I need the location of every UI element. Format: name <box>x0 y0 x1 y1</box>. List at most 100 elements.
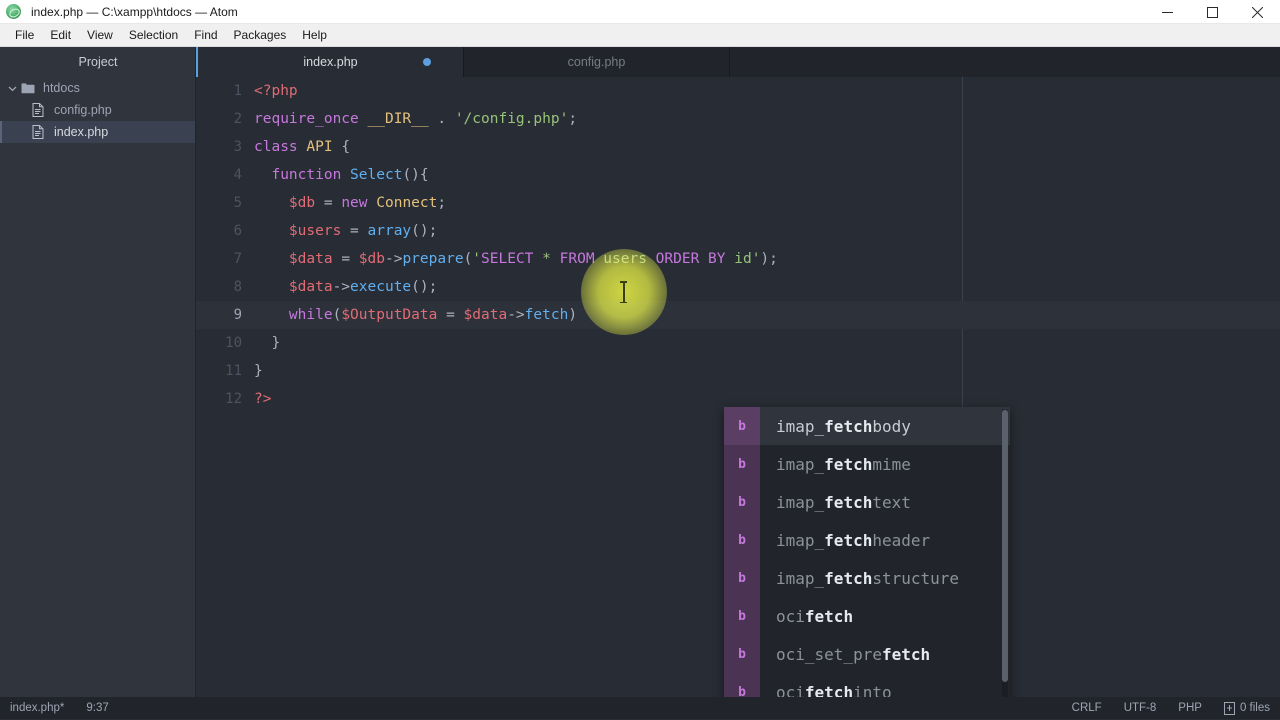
minimize-button[interactable] <box>1145 0 1190 24</box>
line-number: 1 <box>196 83 254 99</box>
line-number: 7 <box>196 251 254 267</box>
autocomplete-item-label: ocifetchinto <box>760 683 892 698</box>
code-line[interactable]: 8 $data->execute(); <box>196 273 1280 301</box>
file-icon <box>32 103 52 117</box>
code-line[interactable]: 2require_once __DIR__ . '/config.php'; <box>196 105 1280 133</box>
code-line[interactable]: 10 } <box>196 329 1280 357</box>
autocomplete-type-badge: b <box>724 559 760 597</box>
menu-item-edit[interactable]: Edit <box>42 26 79 44</box>
autocomplete-type-badge: b <box>724 635 760 673</box>
code-editor[interactable]: 1<?php2require_once __DIR__ . '/config.p… <box>196 77 1280 697</box>
status-bar: index.php* 9:37 CRLF UTF-8 PHP 0 files <box>0 697 1280 719</box>
menu-item-file[interactable]: File <box>7 26 42 44</box>
autocomplete-item[interactable]: bimap_fetchstructure <box>724 559 1010 597</box>
code-lines: 1<?php2require_once __DIR__ . '/config.p… <box>196 77 1280 413</box>
status-git[interactable]: 0 files <box>1224 702 1270 715</box>
status-cursor-position[interactable]: 9:37 <box>86 702 108 714</box>
atom-logo-icon <box>6 4 21 19</box>
tab-index-php[interactable]: index.php <box>198 47 464 77</box>
menu-item-selection[interactable]: Selection <box>121 26 186 44</box>
autocomplete-item-label: ocifetch <box>760 607 853 626</box>
line-number: 11 <box>196 363 254 379</box>
file-icon <box>32 125 52 139</box>
code-line-text: while($OutputData = $data->fetch) <box>254 307 577 323</box>
tree-item-config-php[interactable]: config.php <box>0 99 196 121</box>
code-line-text: $users = array(); <box>254 223 437 239</box>
line-number: 4 <box>196 167 254 183</box>
code-line[interactable]: 9 while($OutputData = $data->fetch) <box>196 301 1280 329</box>
line-number: 8 <box>196 279 254 295</box>
status-right: CRLF UTF-8 PHP 0 files <box>1072 702 1270 715</box>
code-line[interactable]: 11} <box>196 357 1280 385</box>
tab-label: config.php <box>568 55 626 69</box>
autocomplete-type-badge: b <box>724 445 760 483</box>
status-left: index.php* 9:37 <box>10 702 109 714</box>
tab-modified-dot[interactable] <box>423 58 431 66</box>
autocomplete-type-badge: b <box>724 483 760 521</box>
sidebar-title: Project <box>0 47 196 77</box>
autocomplete-item-label: imap_fetchheader <box>760 531 930 550</box>
status-line-ending[interactable]: CRLF <box>1072 702 1102 714</box>
close-button[interactable] <box>1235 0 1280 24</box>
autocomplete-item-label: imap_fetchtext <box>760 493 911 512</box>
autocomplete-item[interactable]: bimap_fetchbody <box>724 407 1010 445</box>
tree-item-label: config.php <box>54 103 112 117</box>
status-language[interactable]: PHP <box>1178 702 1202 714</box>
autocomplete-item-label: imap_fetchmime <box>760 455 911 474</box>
tree-item-label: index.php <box>54 125 108 139</box>
code-line-text: $db = new Connect; <box>254 195 446 211</box>
code-line[interactable]: 5 $db = new Connect; <box>196 189 1280 217</box>
code-line[interactable]: 4 function Select(){ <box>196 161 1280 189</box>
autocomplete-type-badge: b <box>724 673 760 697</box>
tree-item-index-php[interactable]: index.php <box>0 121 196 143</box>
autocomplete-item-label: imap_fetchbody <box>760 417 911 436</box>
autocomplete-type-badge: b <box>724 407 760 445</box>
code-line[interactable]: 6 $users = array(); <box>196 217 1280 245</box>
menu-item-view[interactable]: View <box>79 26 121 44</box>
autocomplete-item[interactable]: bocifetchinto <box>724 673 1010 697</box>
project-sidebar: Project htdocs config.php index.php <box>0 47 196 697</box>
code-line[interactable]: 7 $data = $db->prepare('SELECT * FROM us… <box>196 245 1280 273</box>
git-diff-icon <box>1224 702 1235 715</box>
autocomplete-popup[interactable]: bimap_fetchbodybimap_fetchmimebimap_fetc… <box>724 407 1010 697</box>
line-number: 5 <box>196 195 254 211</box>
code-line-text: } <box>254 363 263 379</box>
tabs-host: index.php config.php <box>198 47 730 77</box>
chevron-down-icon[interactable] <box>8 84 21 93</box>
code-line[interactable]: 3class API { <box>196 133 1280 161</box>
autocomplete-item[interactable]: bimap_fetchheader <box>724 521 1010 559</box>
workspace: Project htdocs config.php index.php index.… <box>0 47 1280 697</box>
code-line[interactable]: 1<?php <box>196 77 1280 105</box>
menu-bar: FileEditViewSelectionFindPackagesHelp <box>0 24 1280 47</box>
line-number: 3 <box>196 139 254 155</box>
autocomplete-scrollbar-thumb[interactable] <box>1002 410 1008 682</box>
autocomplete-item[interactable]: boci_set_prefetch <box>724 635 1010 673</box>
menu-item-packages[interactable]: Packages <box>226 26 295 44</box>
autocomplete-item-label: imap_fetchstructure <box>760 569 959 588</box>
status-encoding[interactable]: UTF-8 <box>1124 702 1157 714</box>
code-line-text: function Select(){ <box>254 167 429 183</box>
code-line-text: $data->execute(); <box>254 279 437 295</box>
line-number: 6 <box>196 223 254 239</box>
code-line-text: $data = $db->prepare('SELECT * FROM user… <box>254 251 778 267</box>
maximize-button[interactable] <box>1190 0 1235 24</box>
autocomplete-item[interactable]: bimap_fetchmime <box>724 445 1010 483</box>
autocomplete-item[interactable]: bocifetch <box>724 597 1010 635</box>
line-number: 12 <box>196 391 254 407</box>
menu-item-find[interactable]: Find <box>186 26 225 44</box>
tab-config-php[interactable]: config.php <box>464 47 730 77</box>
folder-icon <box>21 82 41 94</box>
status-filename[interactable]: index.php* <box>10 702 64 714</box>
code-line-text: <?php <box>254 83 298 99</box>
window-title: index.php — C:\xampp\htdocs — Atom <box>31 5 238 19</box>
tree-item-htdocs[interactable]: htdocs <box>0 77 196 99</box>
autocomplete-item-label: oci_set_prefetch <box>760 645 930 664</box>
title-bar: index.php — C:\xampp\htdocs — Atom <box>0 0 1280 24</box>
line-number: 2 <box>196 111 254 127</box>
menu-item-help[interactable]: Help <box>294 26 335 44</box>
tree-item-label: htdocs <box>43 81 80 95</box>
code-line-text: require_once __DIR__ . '/config.php'; <box>254 111 577 127</box>
autocomplete-item[interactable]: bimap_fetchtext <box>724 483 1010 521</box>
autocomplete-type-badge: b <box>724 521 760 559</box>
window-controls <box>1145 0 1280 24</box>
